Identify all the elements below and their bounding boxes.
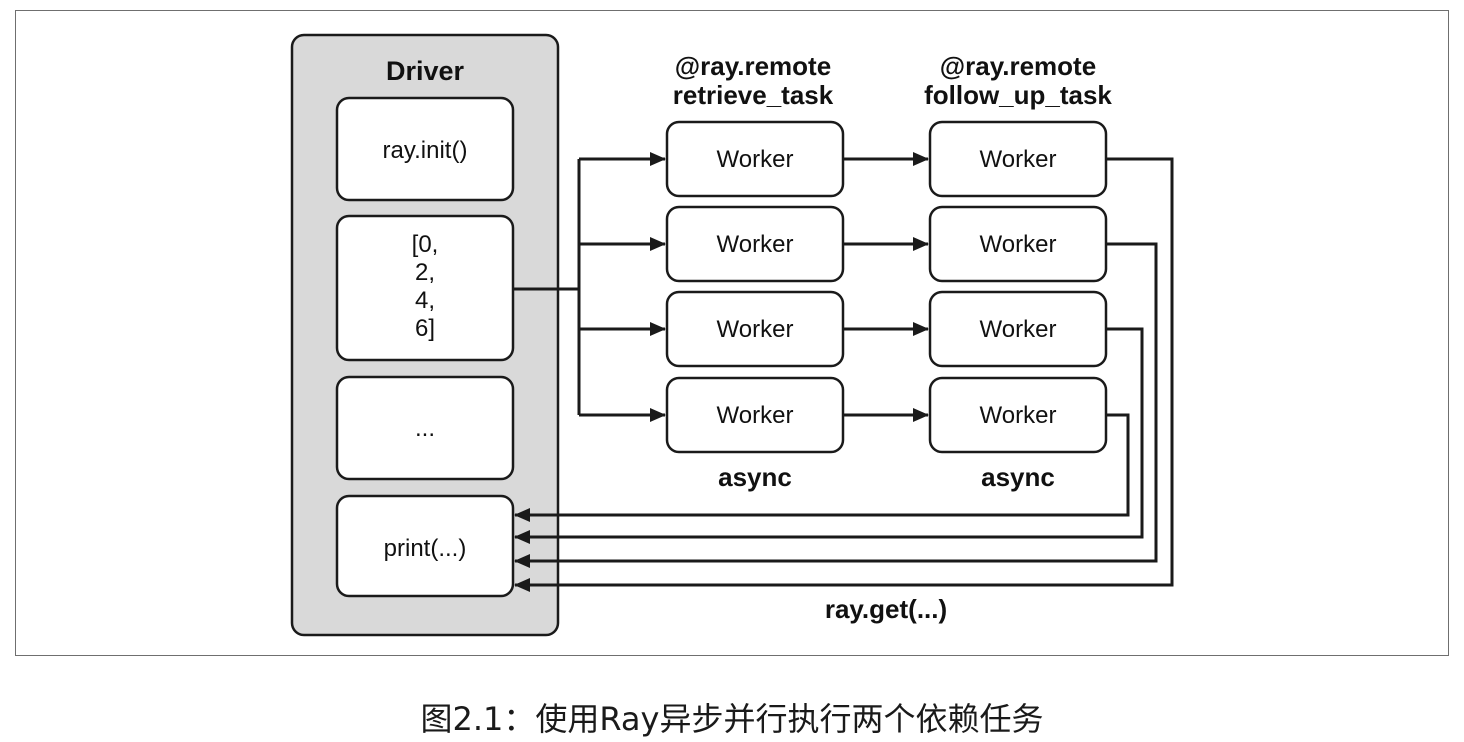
figure-caption: 图2.1：使用Ray异步并行执行两个依赖任务 (420, 700, 1044, 738)
stage-2-mode: async (981, 462, 1055, 492)
stage-link-arrows (843, 152, 929, 422)
worker-label: Worker (980, 316, 1057, 343)
stage-1-decorator: @ray.remote (675, 51, 831, 81)
driver-step-list-line: [0, (412, 231, 439, 258)
driver-title: Driver (386, 56, 465, 86)
driver-step-list-line: 4, (415, 287, 435, 314)
stage-1-mode: async (718, 462, 792, 492)
stage-1-worker-4: Worker (665, 376, 845, 454)
return-label: ray.get(...) (825, 594, 947, 624)
worker-label: Worker (980, 231, 1057, 258)
worker-label: Worker (717, 402, 794, 429)
stage-1-worker-1: Worker (665, 120, 845, 198)
stage-1-worker-3: Worker (665, 290, 845, 368)
worker-label: Worker (980, 402, 1057, 429)
worker-label: Worker (717, 231, 794, 258)
stage-1-name: retrieve_task (673, 80, 834, 110)
driver-step-list-label: [0, 2, 4, 6] (412, 231, 439, 342)
driver-step-init-label: ray.init() (383, 137, 468, 164)
ray-dependent-tasks-diagram: Driver ray.init() [0, 2, 4, 6] ... print(..… (290, 33, 1174, 637)
driver-step-print-label: print(...) (384, 535, 467, 562)
worker-label: Worker (717, 146, 794, 173)
stage-2-decorator: @ray.remote (940, 51, 1096, 81)
stage-2-worker-3: Worker (928, 290, 1108, 368)
stage-2-worker-2: Worker (928, 205, 1108, 283)
driver-step-print: print(...) (335, 494, 515, 598)
stage-2-name: follow_up_task (924, 80, 1112, 110)
driver-step-list: [0, 2, 4, 6] (335, 214, 515, 362)
stage-1-worker-2: Worker (665, 205, 845, 283)
worker-label: Worker (717, 316, 794, 343)
worker-label: Worker (980, 146, 1057, 173)
driver-step-list-line: 2, (415, 259, 435, 286)
driver-step-ellipsis: ... (335, 375, 515, 481)
driver-step-ellipsis-label: ... (415, 415, 435, 442)
driver-step-list-line: 6] (415, 315, 435, 342)
driver-step-init: ray.init() (335, 96, 515, 202)
stage-2-worker-4: Worker (928, 376, 1108, 454)
stage-2-worker-1: Worker (928, 120, 1108, 198)
